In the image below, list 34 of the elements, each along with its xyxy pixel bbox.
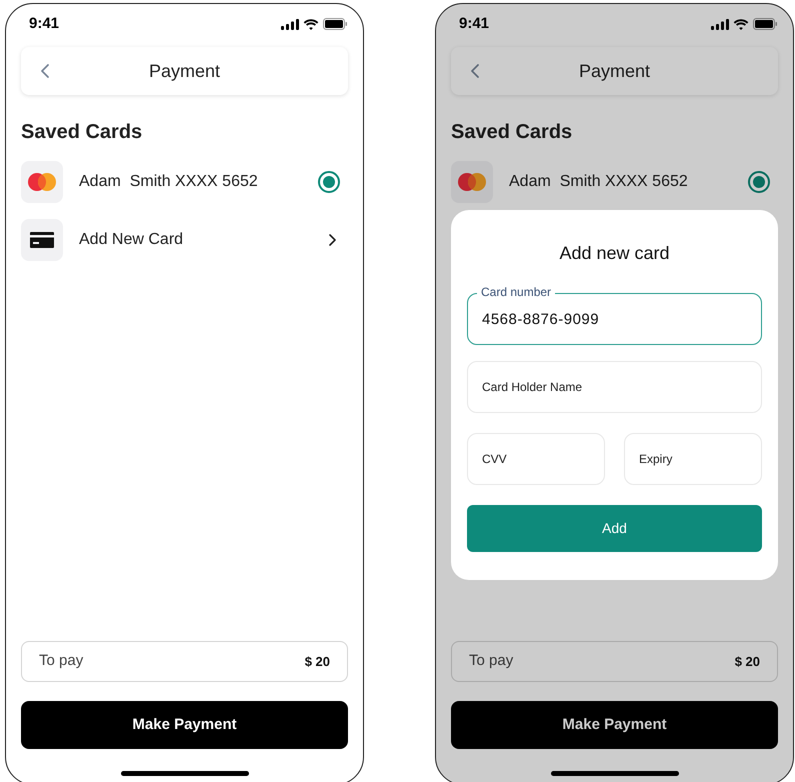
make-payment-button[interactable]: Make Payment <box>451 701 778 749</box>
mastercard-icon <box>28 173 56 191</box>
page-title: Payment <box>148 60 220 83</box>
signal-icon <box>281 18 299 30</box>
dialog-title: Add new card <box>558 242 671 265</box>
total-amount: $ 20 <box>734 652 760 671</box>
input-field[interactable]: Card Holder Name <box>467 361 762 413</box>
status-time: 9:41 <box>459 14 490 34</box>
section-title: Saved Cards <box>21 120 142 145</box>
add-card-item[interactable]: Add New Card <box>79 219 348 261</box>
input-field[interactable]: CVV <box>467 433 605 485</box>
status-time: 9:41 <box>29 14 60 34</box>
field-label: Card number <box>477 285 556 299</box>
wifi-icon <box>733 18 749 30</box>
battery-icon <box>323 18 348 30</box>
radio-button[interactable] <box>318 171 340 193</box>
card-label: Adam Smith XXXX 5652 <box>509 172 689 192</box>
chevron-left-icon[interactable] <box>470 63 480 79</box>
signal-icon <box>711 18 729 30</box>
chevron-left-icon[interactable] <box>40 63 50 79</box>
mastercard-icon <box>458 173 486 191</box>
credit-card-icon <box>30 232 54 248</box>
chevron-right-icon <box>329 234 336 246</box>
wifi-icon <box>303 18 319 30</box>
input-field[interactable]: Expiry <box>624 433 762 485</box>
make-payment-button[interactable]: Make Payment <box>21 701 348 749</box>
radio-button[interactable] <box>748 171 770 193</box>
total-label: To pay <box>39 651 84 672</box>
section-title: Saved Cards <box>451 120 572 145</box>
card-label: Adam Smith XXXX 5652 <box>79 172 259 192</box>
add-button[interactable]: Add <box>467 505 762 552</box>
total-label: To pay <box>469 651 514 672</box>
total-amount: $ 20 <box>304 652 330 671</box>
page-title: Payment <box>578 60 650 83</box>
